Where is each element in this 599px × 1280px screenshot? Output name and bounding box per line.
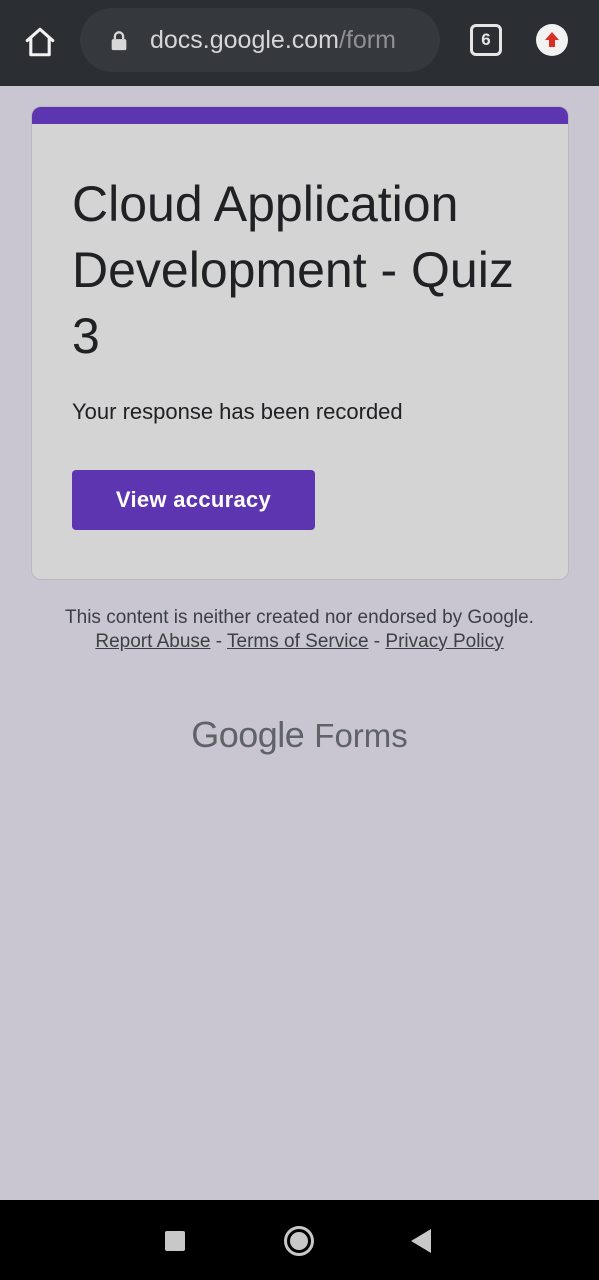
url-path: /form (339, 26, 396, 54)
card-accent-bar (32, 107, 568, 124)
privacy-policy-link[interactable]: Privacy Policy (385, 631, 503, 652)
back-triangle-icon[interactable] (410, 1228, 432, 1254)
url-text: docs.google.com/form (150, 24, 424, 56)
system-nav-bar (0, 1200, 599, 1280)
google-forms-logo[interactable]: Google Forms (0, 710, 599, 760)
tab-count: 6 (481, 30, 491, 49)
report-abuse-link[interactable]: Report Abuse (95, 631, 210, 652)
home-circle-icon[interactable] (284, 1226, 314, 1256)
separator: - (368, 630, 386, 652)
update-arrow-icon (545, 32, 559, 47)
disclaimer: This content is neither created nor endo… (60, 606, 539, 653)
update-button[interactable] (536, 24, 568, 56)
address-bar[interactable]: docs.google.com/form (80, 8, 440, 72)
form-title: Cloud Application Development - Quiz 3 (72, 176, 514, 364)
disclaimer-text: This content is neither created nor endo… (65, 607, 534, 628)
lock-icon (111, 31, 127, 51)
home-circle-inner (290, 1232, 308, 1250)
url-host: docs.google.com (150, 26, 340, 54)
browser-toolbar: docs.google.com/form 6 (0, 0, 599, 86)
recent-apps-icon[interactable] (165, 1231, 185, 1251)
confirmation-message: Your response has been recorded (72, 399, 403, 424)
brand-google: Google (191, 714, 305, 755)
home-button[interactable] (18, 20, 62, 64)
tab-switcher-button[interactable]: 6 (470, 24, 502, 56)
view-accuracy-button[interactable]: View accuracy (72, 470, 315, 530)
form-card: Cloud Application Development - Quiz 3 Y… (31, 106, 569, 580)
separator: - (210, 630, 228, 652)
home-icon (25, 27, 55, 57)
terms-of-service-link[interactable]: Terms of Service (227, 631, 368, 652)
brand-forms: Forms (314, 717, 408, 754)
